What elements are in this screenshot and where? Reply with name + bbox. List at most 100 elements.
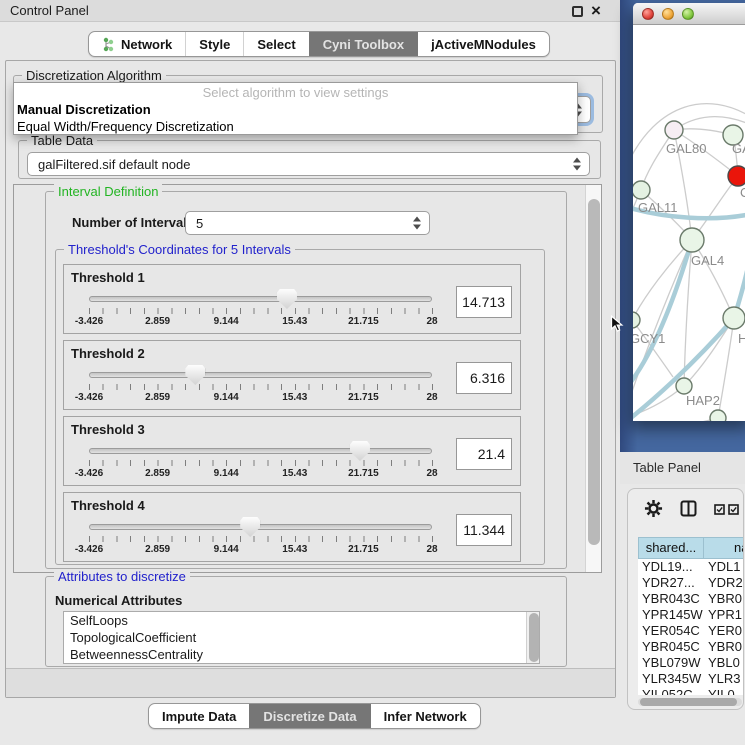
settings-gear-icon[interactable] [644, 499, 663, 518]
network-icon [102, 37, 115, 52]
column-header-name[interactable]: na [704, 537, 744, 559]
slider-scale-label: 9.144 [214, 392, 239, 403]
minimize-traffic-light-icon[interactable] [662, 8, 674, 20]
close-icon[interactable]: × [591, 0, 601, 22]
number-of-intervals-value: 5 [196, 212, 203, 235]
list-vertical-scrollbar[interactable] [526, 612, 539, 663]
bottom-tab-label: Discretize Data [263, 709, 356, 724]
attribute-list-item[interactable]: TopologicalCoefficient [64, 629, 539, 646]
threshold-slider-track[interactable] [89, 296, 432, 302]
threshold-slider-track[interactable] [89, 372, 432, 378]
threshold-slider-thumb[interactable] [277, 289, 297, 309]
network-node[interactable] [633, 312, 640, 328]
table-cell: YDL1 [704, 559, 744, 575]
threshold-label: Threshold 2 [71, 346, 145, 361]
threshold-slider-track[interactable] [89, 448, 432, 454]
network-node[interactable] [676, 378, 692, 394]
threshold-panel: Threshold 2-3.4262.8599.14415.4321.71528… [63, 340, 521, 410]
slider-scale-label: 21.715 [348, 468, 379, 479]
tab-select[interactable]: Select [243, 32, 308, 56]
application-window: Control Panel × Network Style Select Cyni T… [0, 0, 745, 745]
tab-label: Network [121, 37, 172, 52]
threshold-panel: Threshold 1-3.4262.8599.14415.4321.71528… [63, 264, 521, 334]
table-row[interactable]: YBR043CYBR0 [638, 591, 744, 607]
network-node[interactable] [680, 228, 704, 252]
threshold-value-field[interactable]: 14.713 [456, 286, 512, 318]
threshold-slider-thumb[interactable] [240, 517, 260, 537]
table-row[interactable]: YBR045CYBR0 [638, 639, 744, 655]
threshold-value-field[interactable]: 11.344 [456, 514, 512, 546]
slider-scale-label: 2.859 [145, 392, 170, 403]
checkbox-checked-icon[interactable] [728, 504, 739, 515]
numerical-attributes-listbox[interactable]: SelfLoopsTopologicalCoefficientBetweenne… [63, 611, 540, 664]
network-node[interactable] [633, 181, 650, 199]
network-node-label: HAP2 [686, 393, 720, 408]
table-row[interactable]: YPR145WYPR1 [638, 607, 744, 623]
bottom-tab-discretize-data[interactable]: Discretize Data [249, 704, 369, 728]
table-data-legend: Table Data [27, 133, 97, 148]
slider-scale-label: 28 [426, 392, 437, 403]
table-cell: YDR27... [638, 575, 704, 591]
slider-ticks-icon [89, 308, 433, 314]
slider-scale-label: 28 [426, 468, 437, 479]
threshold-slider-thumb[interactable] [185, 365, 205, 385]
table-row[interactable]: YIL052CYIL0 [638, 687, 744, 695]
network-node[interactable] [728, 166, 745, 186]
threshold-slider-track[interactable] [89, 524, 432, 530]
table-cell: YBL0 [704, 655, 744, 671]
scrollbar-thumb[interactable] [529, 613, 539, 662]
threshold-value-field[interactable]: 21.4 [456, 438, 512, 470]
slider-scale-label: 15.43 [282, 316, 307, 327]
vertical-scrollbar[interactable] [585, 185, 601, 572]
table-header-row: shared... na [638, 537, 744, 559]
scrollbar-thumb[interactable] [588, 199, 600, 545]
bottom-tabbar: Impute Data Discretize Data Infer Network [148, 703, 481, 729]
number-of-intervals-label: Number of Intervals [72, 215, 194, 230]
network-node[interactable] [723, 307, 745, 329]
table-row[interactable]: YLR345WYLR3 [638, 671, 744, 687]
checkbox-checked-icon[interactable] [714, 504, 725, 515]
attribute-list-item[interactable]: BetweennessCentrality [64, 646, 539, 663]
tab-cyni-toolbox[interactable]: Cyni Toolbox [309, 32, 417, 56]
zoom-traffic-light-icon[interactable] [682, 8, 694, 20]
slider-ticks-icon [89, 460, 433, 466]
column-browser-icon[interactable] [680, 500, 697, 517]
table-row[interactable]: YDL19...YDL1 [638, 559, 744, 575]
table-row[interactable]: YDR27...YDR2 [638, 575, 744, 591]
threshold-value-field[interactable]: 6.316 [456, 362, 512, 394]
table-panel: shared... na YDL19...YDL1YDR27...YDR2YBR… [627, 488, 744, 710]
network-node[interactable] [665, 121, 683, 139]
network-node[interactable] [710, 410, 726, 421]
scrollbar-thumb[interactable] [640, 698, 737, 706]
tab-style[interactable]: Style [185, 32, 243, 56]
network-edge [641, 130, 674, 190]
close-traffic-light-icon[interactable] [642, 8, 654, 20]
network-node-label: GCY1 [633, 331, 665, 346]
network-window-titlebar[interactable] [633, 3, 745, 25]
tab-label: Select [257, 37, 295, 52]
table-cell: YBR043C [638, 591, 704, 607]
column-header-shared-name[interactable]: shared... [638, 537, 704, 559]
table-data-combobox[interactable]: galFiltered.sif default node [27, 152, 590, 176]
table-row[interactable]: YER054CYER0 [638, 623, 744, 639]
float-window-icon[interactable] [572, 6, 583, 17]
mouse-cursor-icon [610, 315, 624, 332]
tab-jactivemnodules[interactable]: jActiveMNodules [417, 32, 549, 56]
horizontal-scrollbar[interactable] [638, 698, 742, 706]
threshold-slider-thumb[interactable] [350, 441, 370, 461]
network-canvas[interactable]: GAL80GACGAL11GAL4GCY1HHAP2 [633, 25, 745, 421]
table-row[interactable]: YBL079WYBL0 [638, 655, 744, 671]
bottom-tab-impute-data[interactable]: Impute Data [149, 704, 249, 728]
threshold-panel: Threshold 3-3.4262.8599.14415.4321.71528… [63, 416, 521, 486]
table-panel-titlebar: Table Panel [620, 452, 745, 484]
table-cell: YLR3 [704, 671, 744, 687]
tab-network[interactable]: Network [89, 32, 185, 56]
dropdown-option-manual-discretization[interactable]: Manual Discretization [14, 101, 577, 118]
number-of-intervals-combobox[interactable]: 5 [185, 211, 430, 235]
control-panel-titlebar: Control Panel × [0, 0, 620, 22]
apply-strip: Apply [6, 668, 615, 697]
bottom-tab-infer-network[interactable]: Infer Network [370, 704, 480, 728]
dropdown-option-equal-width-frequency[interactable]: Equal Width/Frequency Discretization [14, 118, 577, 135]
attribute-list-item[interactable]: SelfLoops [64, 612, 539, 629]
thresholds-group-legend: Threshold's Coordinates for 5 Intervals [64, 242, 295, 257]
